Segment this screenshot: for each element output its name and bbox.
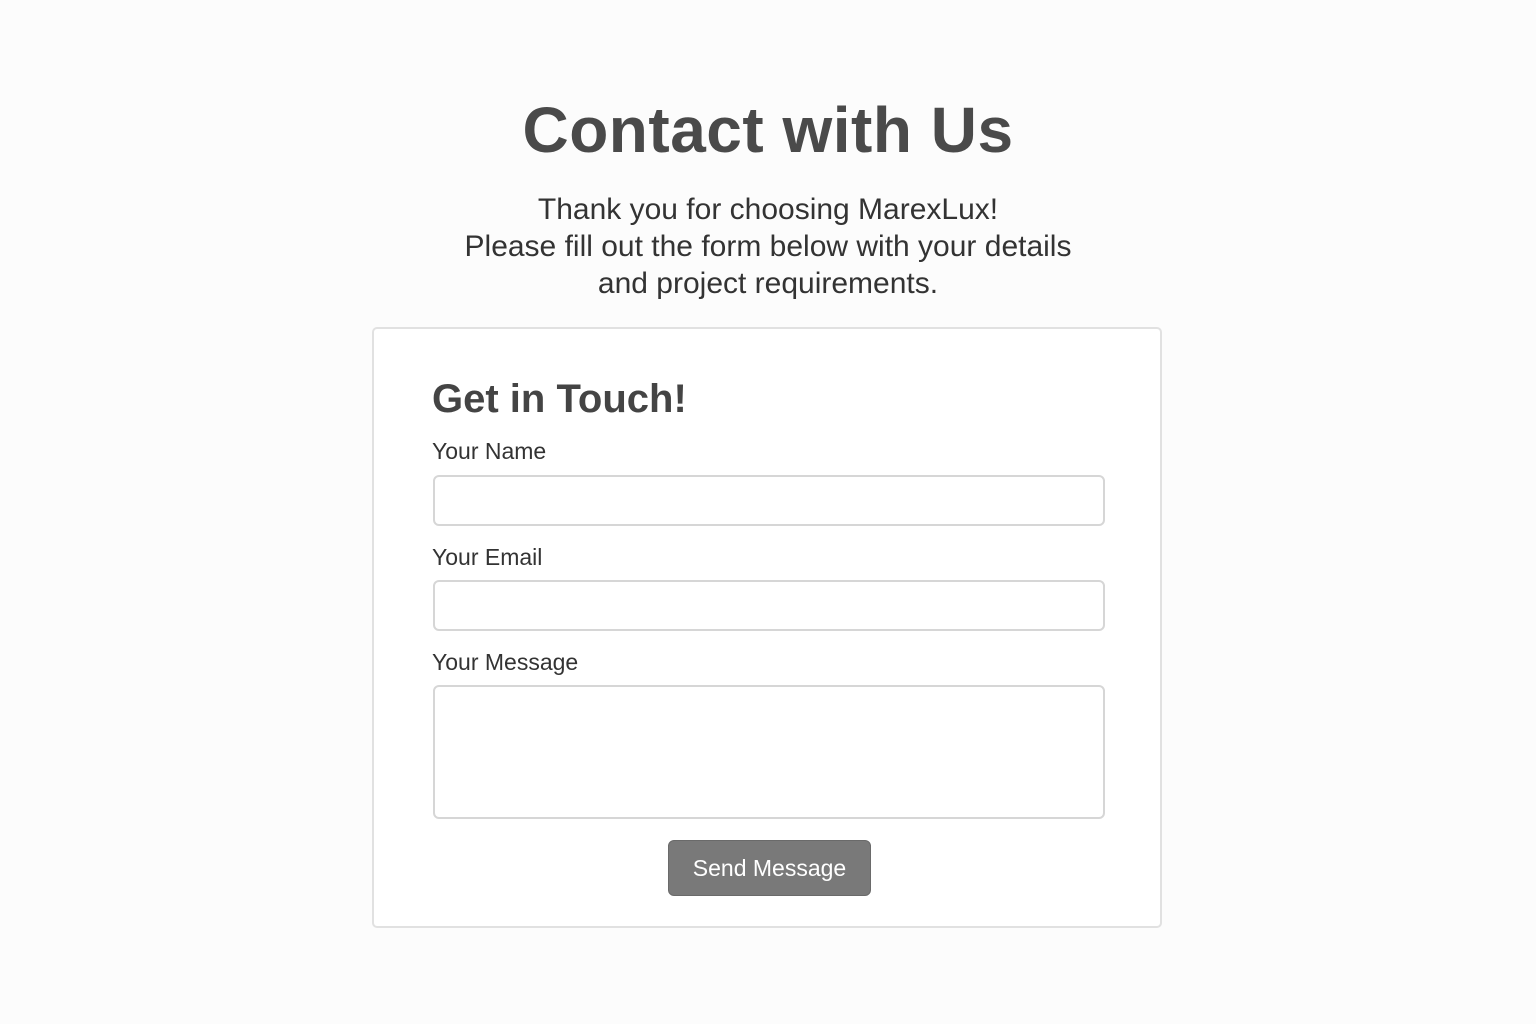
intro-line: Thank you for choosing MarexLux! (537, 193, 999, 226)
name-label: Your Name (432, 438, 547, 464)
contact-page: Contact with Us Thank you for choosing M… (0, 0, 1536, 1024)
intro-text: Thank you for choosing MarexLux! Please … (0, 191, 1536, 302)
name-input[interactable] (433, 475, 1105, 526)
intro-line: Please fill out the form below with your… (464, 230, 1072, 263)
message-textarea[interactable] (433, 685, 1105, 819)
intro-line: and project requirements. (597, 267, 939, 300)
email-label: Your Email (432, 544, 543, 570)
page-title: Contact with Us (522, 94, 1014, 166)
message-label: Your Message (432, 649, 579, 675)
email-input[interactable] (433, 580, 1105, 631)
form-title: Get in Touch! (432, 377, 687, 421)
send-message-button[interactable]: Send Message (668, 840, 871, 896)
contact-form-card: Get in Touch! Your Name Your Email Your … (372, 327, 1162, 928)
